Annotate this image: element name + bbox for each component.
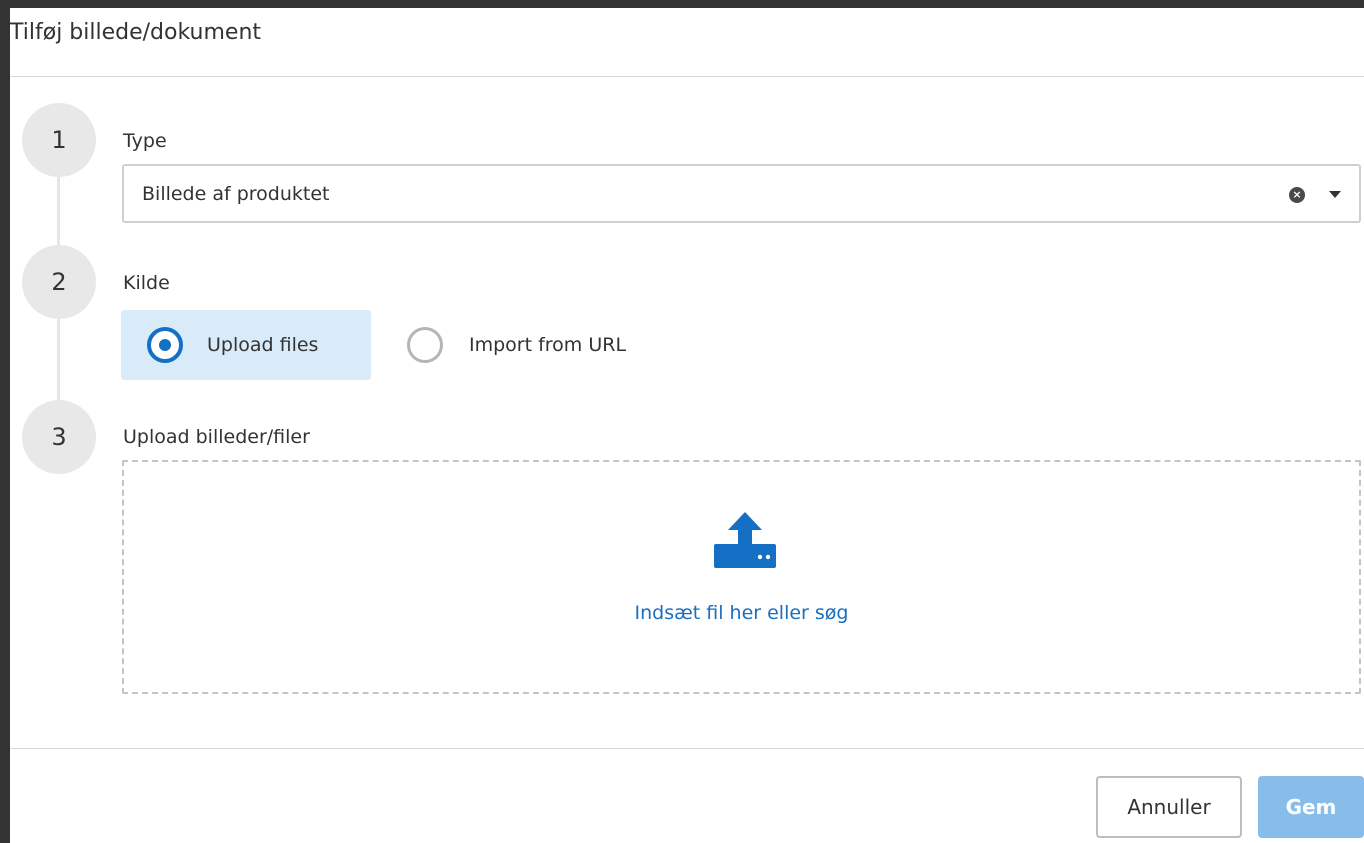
dropzone-link[interactable]: Indsæt fil her eller søg: [124, 602, 1359, 624]
type-select[interactable]: Billede af produktet ×: [122, 164, 1361, 223]
add-image-dialog: Tilføj billede/dokument 1 Type Billede a…: [0, 0, 1364, 843]
save-button[interactable]: Gem: [1258, 776, 1364, 838]
step-number-1: 1: [22, 103, 96, 177]
type-label: Type: [123, 130, 167, 152]
cancel-button[interactable]: Annuller: [1096, 776, 1242, 838]
caret-down-icon[interactable]: [1329, 191, 1341, 198]
footer-divider: [10, 748, 1364, 749]
upload-section-label: Upload billeder/filer: [123, 426, 310, 448]
import-url-label: Import from URL: [469, 334, 627, 356]
dialog-title: Tilføj billede/dokument: [10, 20, 262, 45]
type-select-value: Billede af produktet: [142, 183, 330, 205]
upload-icon[interactable]: [714, 510, 776, 576]
source-option-url[interactable]: Import from URL: [407, 310, 707, 380]
source-option-upload[interactable]: Upload files: [121, 310, 371, 380]
radio-selected-icon[interactable]: [147, 327, 183, 363]
source-label: Kilde: [123, 272, 170, 294]
file-dropzone[interactable]: Indsæt fil her eller søg: [122, 460, 1361, 694]
step-number-2: 2: [22, 245, 96, 319]
step-number-3: 3: [22, 400, 96, 474]
dialog-header: Tilføj billede/dokument: [10, 8, 1364, 77]
clear-circle-icon[interactable]: ×: [1289, 187, 1305, 203]
upload-files-label: Upload files: [207, 334, 319, 356]
radio-unselected-icon[interactable]: [407, 327, 443, 363]
